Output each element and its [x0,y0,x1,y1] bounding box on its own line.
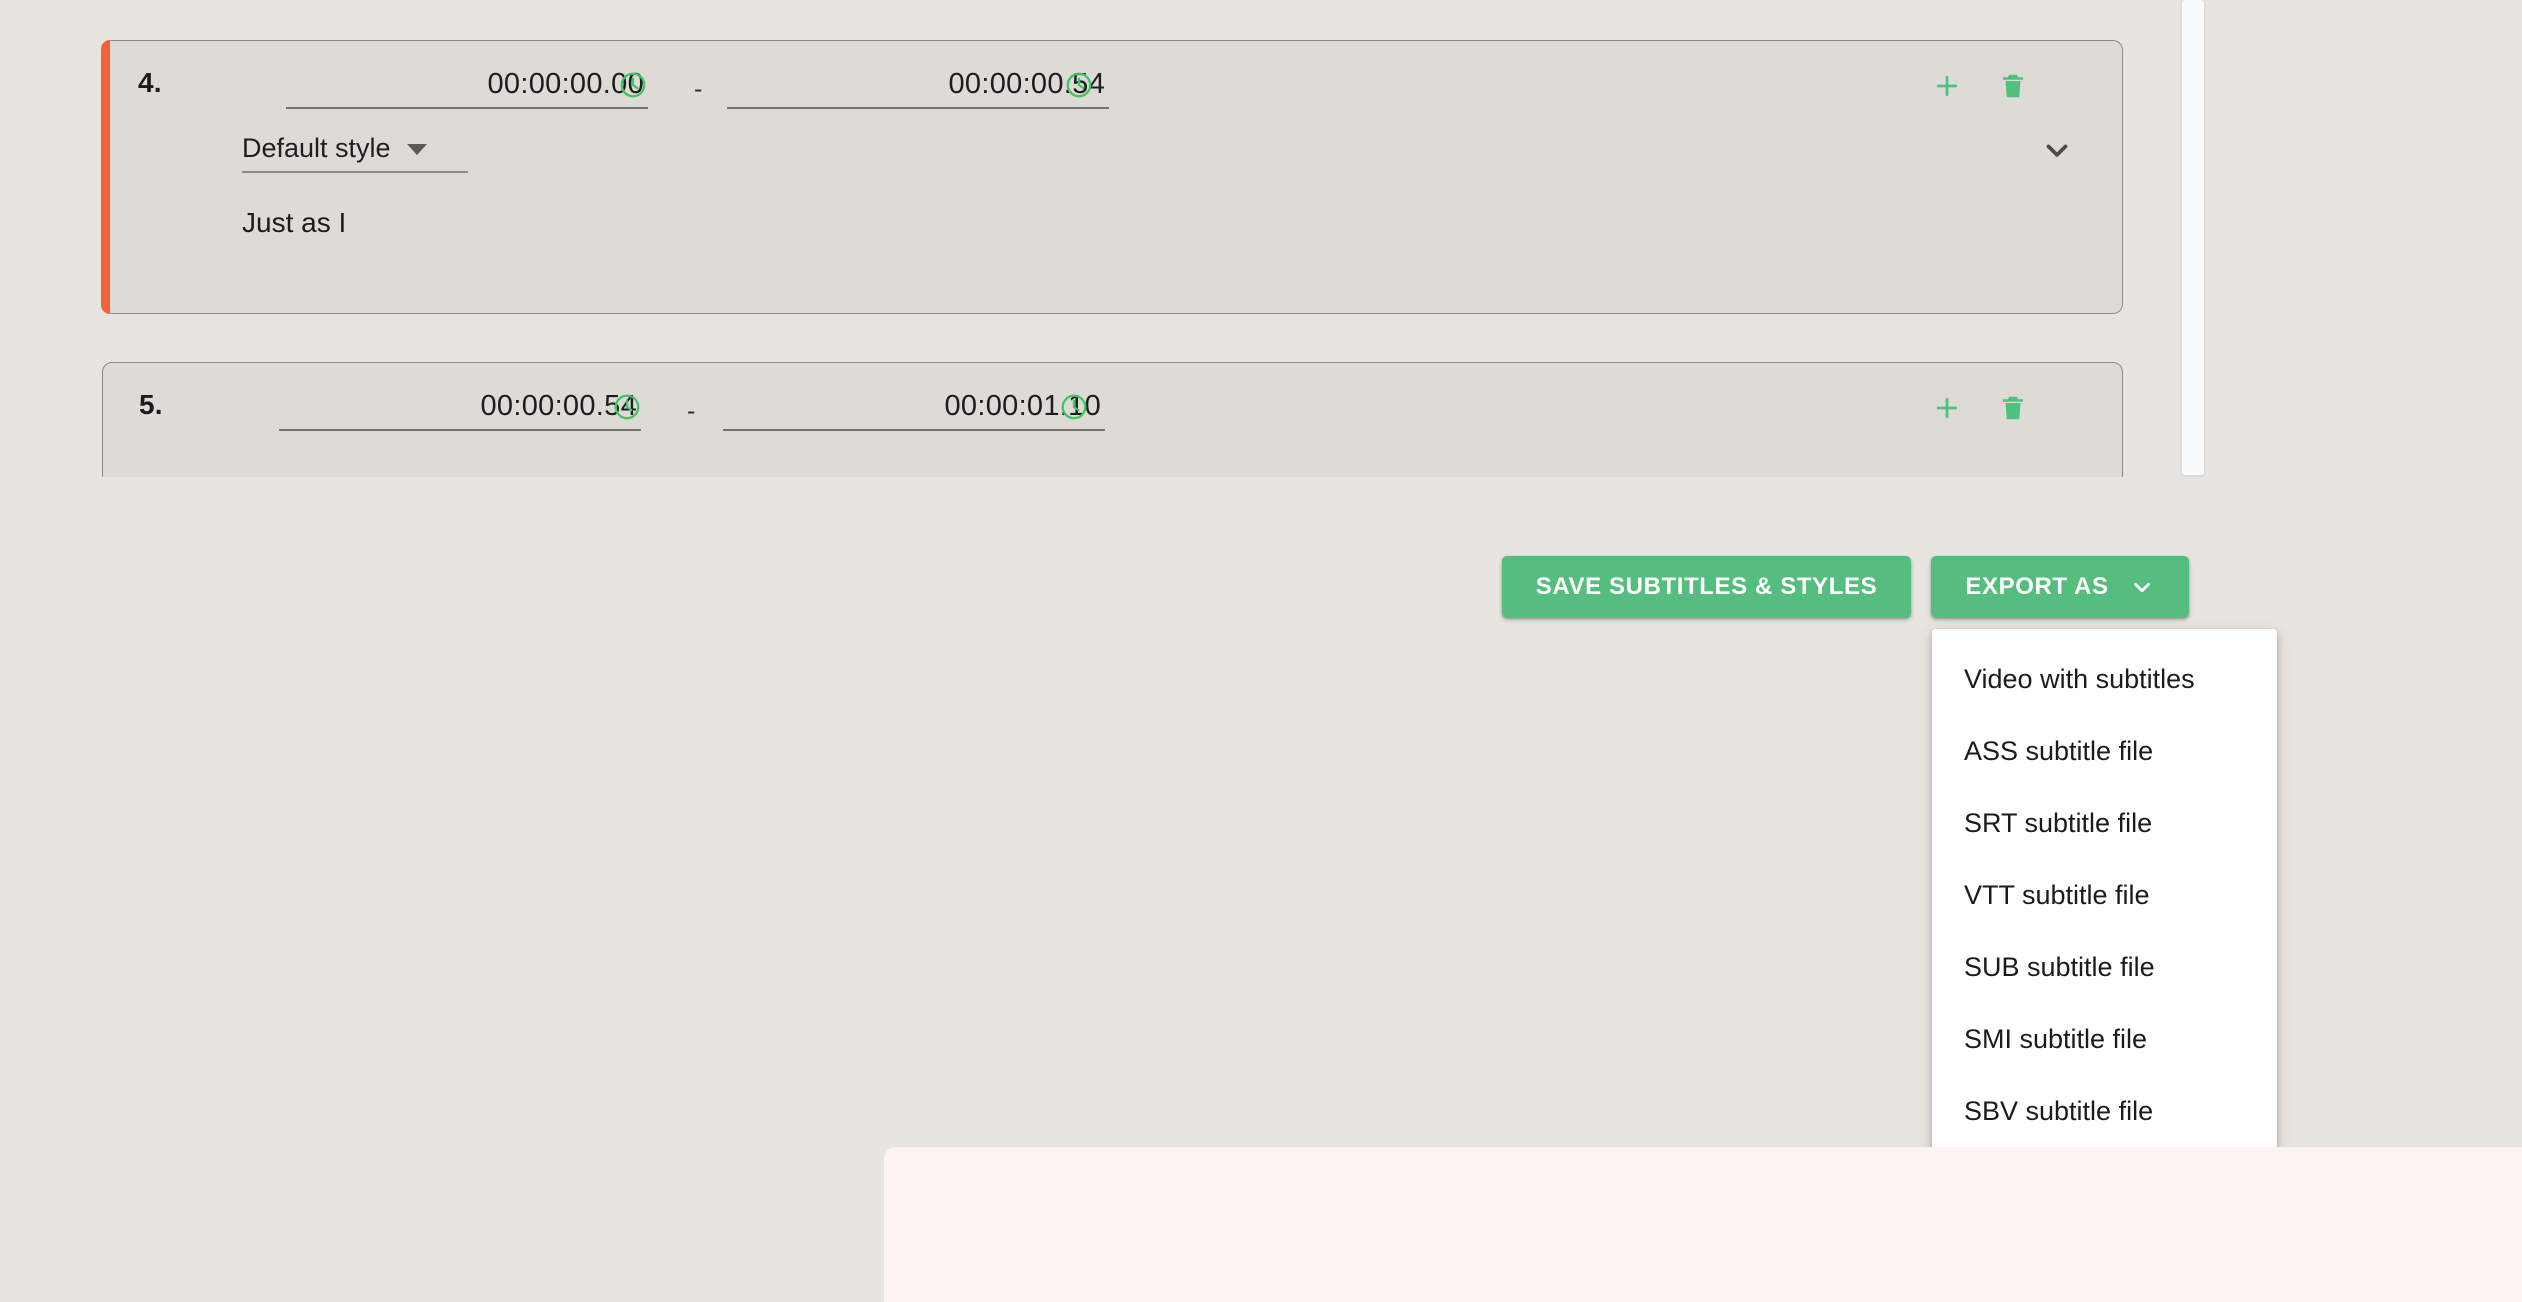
subtitle-time-row: 5. 00:00:00.54 - 00:00:01.10 [103,363,2122,439]
start-time-input[interactable]: 00:00:00.54 [279,383,641,431]
menu-item-sub-subtitle-file[interactable]: SUB subtitle file [1932,931,2277,1003]
menu-item-ass-subtitle-file[interactable]: ASS subtitle file [1932,715,2277,787]
subtitle-row-5[interactable]: 5. 00:00:00.54 - 00:00:01.10 [102,362,2123,477]
add-subtitle-icon[interactable] [1930,391,1964,425]
expand-chevron-down-icon[interactable] [2040,133,2074,167]
save-subtitles-and-styles-button[interactable]: SAVE SUBTITLES & STYLES [1502,556,1911,618]
menu-item-sbv-subtitle-file[interactable]: SBV subtitle file [1932,1075,2277,1147]
time-range-dash: - [694,75,703,103]
delete-subtitle-icon[interactable] [1996,69,2030,103]
row-actions [1930,391,2122,425]
menu-item-vtt-subtitle-file[interactable]: VTT subtitle file [1932,859,2277,931]
export-as-button[interactable]: EXPORT AS [1931,556,2189,618]
subtitle-list: 4. 00:00:00.00 - 00:00:00.54 Default sty… [0,0,2190,477]
subtitle-row-4[interactable]: 4. 00:00:00.00 - 00:00:00.54 Default sty… [101,40,2123,314]
end-time-input[interactable]: 00:00:01.10 [723,383,1105,431]
end-time-clock-icon[interactable] [1064,70,1094,100]
delete-subtitle-icon[interactable] [1996,391,2030,425]
start-time-clock-icon[interactable] [618,70,648,100]
subtitle-text: Just as I [242,207,347,238]
end-time-clock-icon[interactable] [1059,392,1089,422]
menu-item-srt-subtitle-file[interactable]: SRT subtitle file [1932,787,2277,859]
add-subtitle-icon[interactable] [1930,69,1964,103]
export-as-dropdown-menu[interactable]: Video with subtitles ASS subtitle file S… [1932,629,2277,1231]
style-select[interactable]: Default style [242,125,468,173]
list-scrollbar-thumb[interactable] [2182,0,2204,475]
start-time-clock-icon[interactable] [612,392,642,422]
subtitle-text-row[interactable]: Just as I [102,193,2122,263]
style-select-label: Default style [242,132,391,163]
caret-down-icon [406,144,427,155]
subtitle-time-row: 4. 00:00:00.00 - 00:00:00.54 [102,41,2122,117]
subtitle-style-row: Default style [102,117,2122,193]
menu-item-video-with-subtitles[interactable]: Video with subtitles [1932,643,2277,715]
row-actions [1930,69,2122,103]
chevron-down-icon [2129,574,2155,600]
menu-item-smi-subtitle-file[interactable]: SMI subtitle file [1932,1003,2277,1075]
end-time-input[interactable]: 00:00:00.54 [727,61,1109,109]
subtitle-index: 5. [139,389,163,420]
subtitle-index: 4. [138,67,162,98]
export-as-label: EXPORT AS [1965,573,2109,600]
start-time-input[interactable]: 00:00:00.00 [286,61,648,109]
time-range-dash: - [687,397,696,425]
preview-panel [884,1147,2522,1302]
